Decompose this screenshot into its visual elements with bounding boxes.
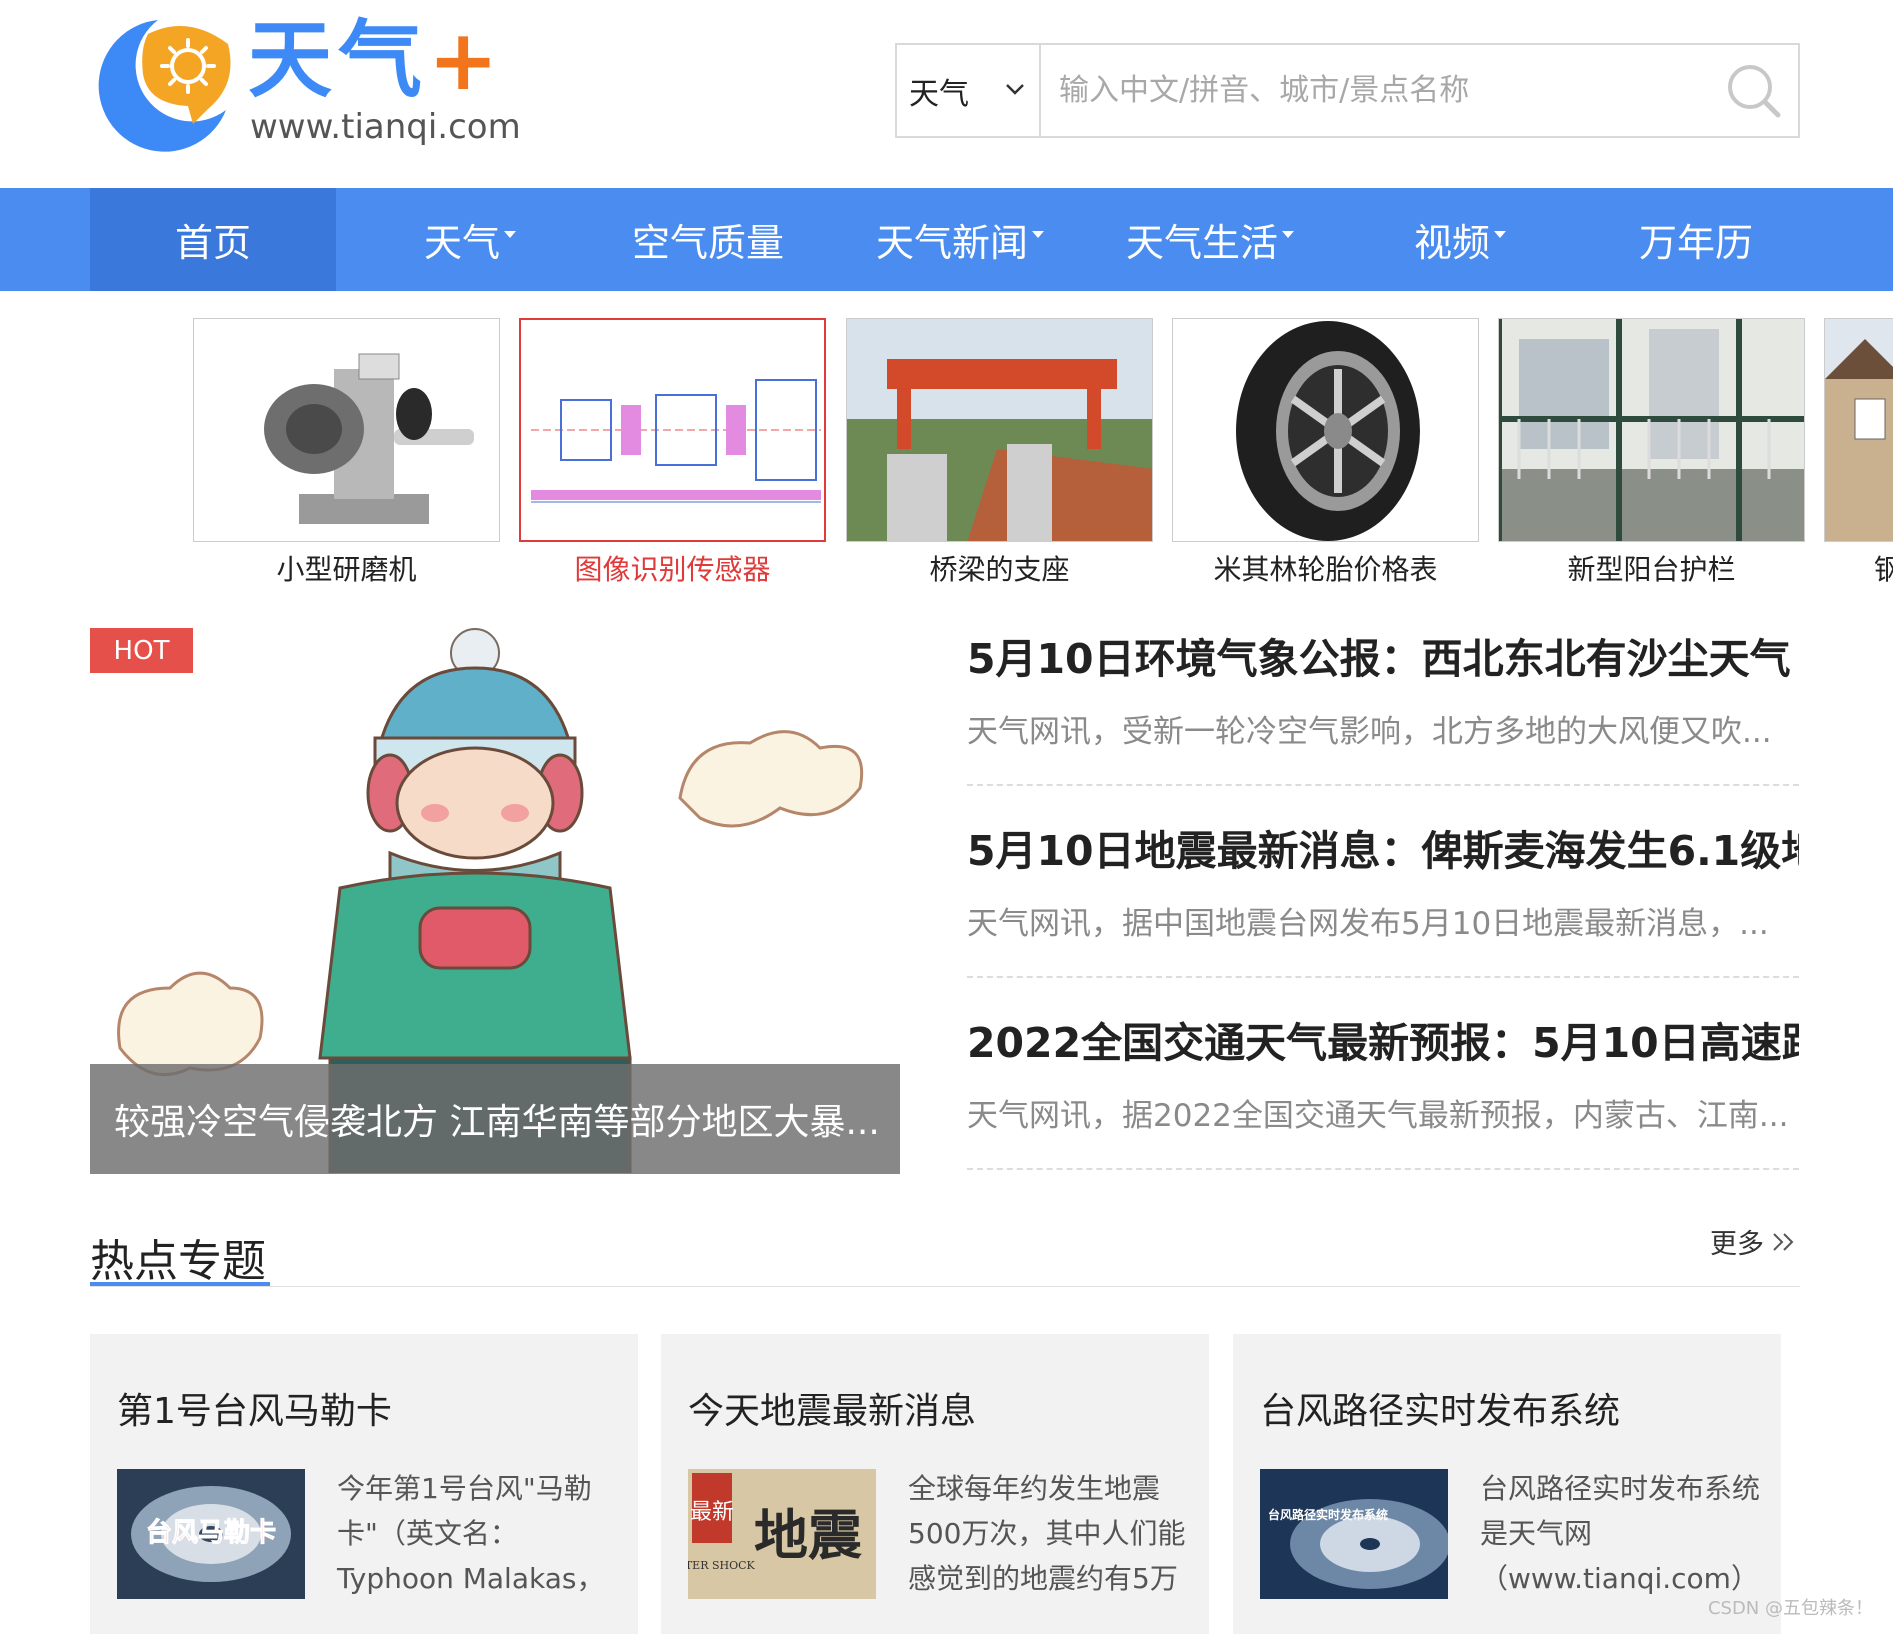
ad-item[interactable]: 小型研磨机 (193, 318, 500, 588)
topic-card[interactable]: 今天地震最新消息 最新 AFTER SHOCK 地震 全球每年约发生地震500万… (661, 1334, 1209, 1634)
news-summary: 天气网讯，受新一轮冷空气影响，北方多地的大风便又吹... (967, 714, 1772, 751)
ad-image (193, 318, 500, 542)
main-nav: 首页 天气 空气质量 天气新闻 天气生活 视频 万年历 (0, 188, 1893, 291)
ad-image (519, 318, 826, 542)
search-icon[interactable] (1722, 59, 1786, 123)
nav-item-video[interactable]: 视频 (1360, 188, 1560, 291)
card-image-caption: 台风路径实时发布系统 (1268, 1507, 1388, 1522)
card-text: 今年第1号台风"马勒卡"（英文名：Typhoon Malakas， (337, 1472, 605, 1595)
card-text: 全球每年约发生地震500万次，其中人们能感觉到的地震约有5万 (908, 1472, 1186, 1595)
double-chevron-right-icon (1773, 1232, 1794, 1251)
caret-down-icon (1282, 231, 1294, 238)
search-bar: 天气 (895, 43, 1800, 138)
divider (967, 976, 1799, 978)
card-image-caption: 最新 (690, 1500, 734, 1525)
ad-label: 小型研磨机 (276, 553, 417, 586)
card-image-caption: AFTER SHOCK (688, 1559, 756, 1572)
section-title: 热点专题 (90, 1236, 266, 1287)
ad-image (1498, 318, 1805, 542)
search-input[interactable] (1043, 45, 1723, 136)
site-header: 天气+ www.tianqi.com 天气 (0, 0, 1893, 188)
divider (967, 1168, 1799, 1170)
news-item[interactable]: 2022全国交通天气最新预报：5月10日高速路 天气网讯，据2022全国交通天气… (967, 1019, 1799, 1135)
hot-badge: HOT (90, 628, 193, 673)
bridge-image (847, 319, 1152, 541)
typhoon-tracker-image: 台风路径实时发布系统 (1260, 1469, 1448, 1599)
tire-image (1236, 321, 1420, 541)
ad-label: 钢 (1874, 553, 1893, 586)
card-image[interactable]: 最新 AFTER SHOCK 地震 (688, 1469, 876, 1599)
nav-item-home[interactable]: 首页 (90, 188, 336, 291)
caret-down-icon (1494, 231, 1506, 238)
ad-label: 新型阳台护栏 (1567, 553, 1736, 586)
search-category-select[interactable]: 天气 (897, 45, 1041, 136)
divider (967, 784, 1799, 786)
news-title[interactable]: 5月10日环境气象公报：西北东北有沙尘天气 (967, 635, 1799, 684)
more-link[interactable]: 更多 (1710, 1222, 1798, 1261)
news-item[interactable]: 5月10日地震最新消息：俾斯麦海发生6.1级地 天气网讯，据中国地震台网发布5月… (967, 827, 1799, 943)
caret-down-icon (1032, 231, 1044, 238)
card-image[interactable]: 台风路径实时发布系统 (1260, 1469, 1448, 1599)
card-image[interactable]: 台风马勒卡 (117, 1469, 305, 1599)
caret-down-icon (504, 231, 516, 238)
ad-image (1172, 318, 1479, 542)
nav-item-weather-life[interactable]: 天气生活 (1110, 188, 1310, 291)
topic-card[interactable]: 第1号台风马勒卡 台风马勒卡 今年第1号台风"马勒卡"（英文名：Typhoon … (90, 1334, 638, 1634)
ad-image (846, 318, 1153, 542)
news-summary: 天气网讯，据2022全国交通天气最新预报，内蒙古、江南... (967, 1098, 1789, 1135)
nav-item-weather-news[interactable]: 天气新闻 (860, 188, 1060, 291)
card-title[interactable]: 台风路径实时发布系统 (1260, 1382, 1620, 1434)
news-title[interactable]: 5月10日地震最新消息：俾斯麦海发生6.1级地 (967, 827, 1799, 876)
news-title[interactable]: 2022全国交通天气最新预报：5月10日高速路 (967, 1019, 1799, 1068)
nav-item-air-quality[interactable]: 空气质量 (608, 188, 808, 291)
news-item[interactable]: 5月10日环境气象公报：西北东北有沙尘天气 天气网讯，受新一轮冷空气影响，北方多… (967, 635, 1799, 751)
logo-url: www.tianqi.com (250, 107, 521, 147)
ad-image (1824, 318, 1893, 542)
topic-card[interactable]: 台风路径实时发布系统 台风路径实时发布系统 台风路径实时发布系统是天气网（www… (1233, 1334, 1781, 1634)
site-logo[interactable]: 天气+ www.tianqi.com (88, 14, 548, 160)
ad-label: 图像识别传感器 (574, 553, 771, 586)
ad-item[interactable]: 图像识别传感器 (519, 318, 826, 588)
search-category-label: 天气 (909, 76, 969, 112)
card-title[interactable]: 今天地震最新消息 (688, 1382, 976, 1434)
earthquake-image: 最新 AFTER SHOCK 地震 (688, 1469, 876, 1599)
balcony-railing-image (1499, 319, 1804, 541)
logo-wordmark: 天气+ (248, 11, 505, 109)
typhoon-image: 台风马勒卡 (117, 1469, 305, 1599)
nav-item-weather[interactable]: 天气 (370, 188, 570, 291)
card-image-caption: 地震 (754, 1503, 863, 1567)
chevron-down-icon (1006, 84, 1024, 95)
news-summary: 天气网讯，据中国地震台网发布5月10日地震最新消息，... (967, 906, 1769, 943)
house-image (1825, 319, 1893, 541)
section-divider (90, 1286, 1800, 1287)
ad-item[interactable]: 钢 (1824, 318, 1893, 588)
ad-label: 桥梁的支座 (929, 553, 1070, 586)
ad-label: 米其林轮胎价格表 (1213, 553, 1438, 586)
sensor-diagram-image (531, 379, 821, 503)
hot-caption[interactable]: 较强冷空气侵袭北方 江南华南等部分地区大暴... (90, 1064, 900, 1174)
nav-item-calendar[interactable]: 万年历 (1596, 188, 1796, 291)
grinder-image (264, 353, 474, 524)
ad-item[interactable]: 米其林轮胎价格表 (1172, 318, 1479, 588)
ad-item[interactable]: 桥梁的支座 (846, 318, 1153, 588)
logo-moon-sun-icon (98, 20, 231, 152)
card-text: 台风路径实时发布系统是天气网（www.tianqi.com） (1480, 1472, 1761, 1595)
card-title[interactable]: 第1号台风马勒卡 (117, 1382, 392, 1434)
watermark: CSDN @五包辣条！ (1707, 1598, 1873, 1619)
ad-item[interactable]: 新型阳台护栏 (1498, 318, 1805, 588)
card-image-caption: 台风马勒卡 (146, 1517, 276, 1548)
